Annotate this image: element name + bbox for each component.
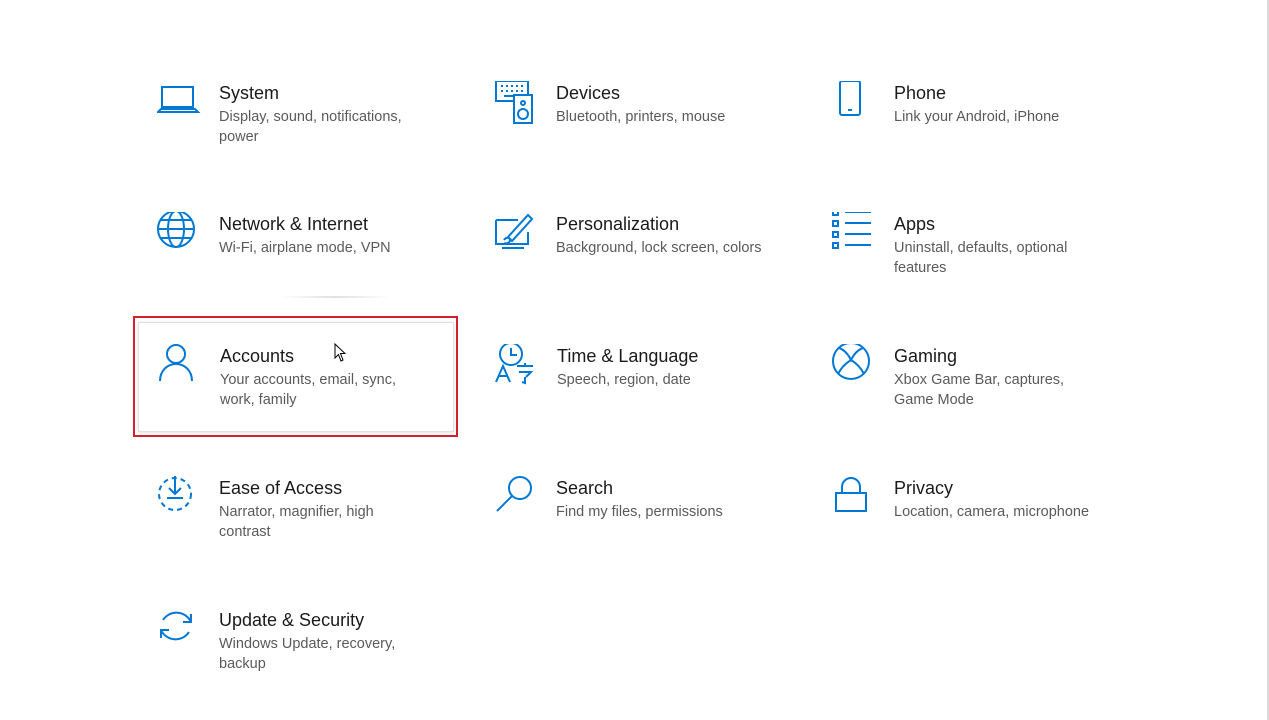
tile-title: Network & Internet: [219, 214, 369, 234]
tile-title: System: [219, 83, 280, 103]
tile-description: Location, camera, microphone: [894, 504, 1090, 520]
mouse-cursor-icon: [334, 342, 348, 363]
apps-list-icon: [832, 212, 876, 256]
tile-time-language[interactable]: Time & Language Speech, region, date: [475, 344, 785, 444]
globe-icon: [157, 212, 201, 256]
paint-brush-icon: [494, 212, 538, 256]
tile-title: Ease of Access: [219, 478, 343, 498]
tile-personalization[interactable]: Personalization Background, lock screen,…: [474, 212, 784, 312]
tile-description: Narrator, magnifier, high contrast: [219, 504, 374, 540]
tile-description: Your accounts, email, sync, work, family: [220, 372, 396, 408]
person-icon: [158, 344, 202, 388]
tile-description: Link your Android, iPhone: [894, 109, 1060, 125]
phone-icon: [832, 81, 876, 125]
tile-search[interactable]: Search Find my files, permissions: [474, 476, 784, 576]
ease-of-access-icon: [157, 476, 201, 520]
tile-phone[interactable]: Phone Link your Android, iPhone: [812, 81, 1122, 181]
search-icon: [494, 476, 538, 520]
tile-description: Find my files, permissions: [556, 504, 723, 520]
tile-update-security[interactable]: Update & Security Windows Update, recove…: [137, 608, 447, 708]
tile-description: Uninstall, defaults, optional features: [894, 240, 1068, 276]
tile-description: Windows Update, recovery, backup: [219, 636, 396, 672]
tile-title: Accounts: [220, 346, 295, 366]
laptop-icon: [157, 81, 201, 125]
tile-description: Xbox Game Bar, captures, Game Mode: [894, 372, 1065, 408]
lock-icon: [832, 476, 876, 520]
tile-system[interactable]: System Display, sound, notifications, po…: [137, 81, 447, 181]
tile-description: Display, sound, notifications, power: [219, 109, 402, 145]
tile-title: Update & Security: [219, 610, 365, 630]
tile-title: Apps: [894, 214, 936, 234]
xbox-icon: [832, 344, 876, 388]
tile-title: Personalization: [556, 214, 680, 234]
tile-description: Background, lock screen, colors: [556, 240, 762, 256]
keyboard-speaker-icon: [494, 81, 538, 125]
tile-title: Time & Language: [557, 346, 699, 366]
tile-network-internet[interactable]: Network & Internet Wi-Fi, airplane mode,…: [137, 212, 447, 312]
settings-home: System Display, sound, notifications, po…: [0, 0, 1269, 720]
tile-apps[interactable]: Apps Uninstall, defaults, optional featu…: [812, 212, 1122, 312]
tile-title: Gaming: [894, 346, 958, 366]
time-language-icon: [495, 344, 539, 388]
tile-ease-of-access[interactable]: Ease of Access Narrator, magnifier, high…: [137, 476, 447, 576]
tile-accounts[interactable]: Accounts Your accounts, email, sync, wor…: [138, 344, 448, 444]
tile-title: Phone: [894, 83, 947, 103]
tile-description: Speech, region, date: [557, 372, 691, 388]
tile-title: Privacy: [894, 478, 954, 498]
tile-privacy[interactable]: Privacy Location, camera, microphone: [812, 476, 1122, 576]
tile-title: Devices: [556, 83, 621, 103]
tile-description: Bluetooth, printers, mouse: [556, 109, 726, 125]
sync-icon: [157, 608, 201, 652]
tile-description: Wi-Fi, airplane mode, VPN: [219, 240, 391, 256]
tile-gaming[interactable]: Gaming Xbox Game Bar, captures, Game Mod…: [812, 344, 1122, 444]
tile-devices[interactable]: Devices Bluetooth, printers, mouse: [474, 81, 784, 181]
tile-title: Search: [556, 478, 614, 498]
settings-grid: System Display, sound, notifications, po…: [0, 0, 1269, 720]
